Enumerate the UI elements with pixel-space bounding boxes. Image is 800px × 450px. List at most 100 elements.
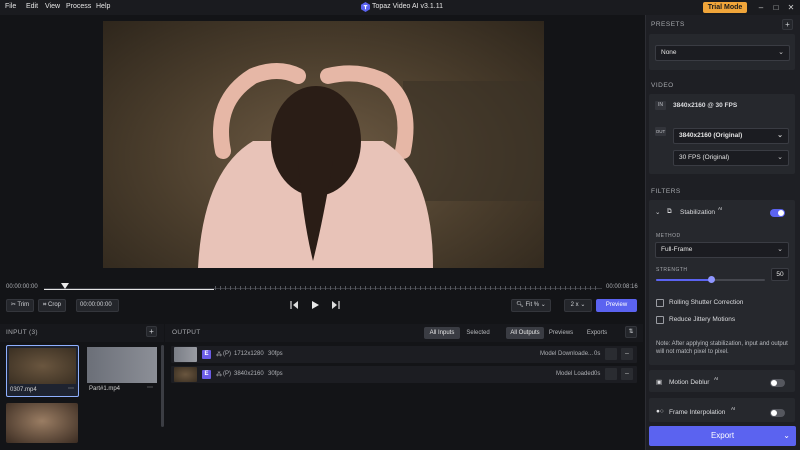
video-frame-image — [198, 63, 544, 268]
tab-exports[interactable]: Exports — [582, 327, 612, 339]
video-label: VIDEO — [651, 82, 674, 89]
menu-process[interactable]: Process — [66, 3, 91, 10]
strength-input[interactable]: 50 — [771, 268, 789, 281]
timeline-end-time: 00:00:08:16 — [606, 284, 638, 290]
tab-selected[interactable]: Selected — [462, 327, 494, 339]
method-select[interactable]: Full-Frame ⌄ — [655, 242, 789, 258]
input-resolution: 3840x2160 @ 30 FPS — [673, 102, 738, 109]
trim-button[interactable]: ✂ Trim — [6, 299, 34, 312]
close-icon[interactable]: ✕ — [784, 0, 798, 15]
interpolation-icon: ●○ — [656, 408, 664, 415]
output-time: 0s — [594, 351, 601, 357]
speed-select[interactable]: 2 x ⌄ — [564, 299, 592, 312]
enhance-badge: E — [202, 350, 211, 359]
rolling-shutter-label: Rolling Shutter Correction — [669, 299, 744, 306]
trim-label: Trim — [17, 302, 30, 308]
menu-view[interactable]: View — [45, 3, 60, 10]
stabilization-icon: ⧉ — [667, 208, 672, 215]
filters-label: FILTERS — [651, 188, 681, 195]
tab-all-inputs[interactable]: All Inputs — [424, 327, 460, 339]
maximize-icon[interactable]: □ — [769, 0, 783, 15]
zoom-icon: 🔍︎ — [516, 302, 524, 308]
stabilization-toggle[interactable] — [770, 209, 785, 217]
reduce-jitter-checkbox[interactable] — [656, 316, 664, 324]
export-label: Export — [710, 431, 735, 440]
output-progress-box — [605, 348, 617, 360]
output-resolution-select[interactable]: 3840x2160 (Original) ⌄ — [673, 128, 789, 144]
input-item-selected[interactable]: 0307.mp4 ⋯ — [6, 345, 79, 397]
out-tag: OUT — [655, 127, 666, 136]
remove-icon[interactable]: – — [621, 348, 633, 360]
tab-all-outputs[interactable]: All Outputs — [506, 327, 544, 339]
chevron-down-icon: ⌄ — [777, 246, 783, 253]
method-label: METHOD — [656, 233, 681, 239]
menu-file[interactable]: File — [5, 3, 16, 10]
zoom-select[interactable]: 🔍︎ Fit % ⌄ — [511, 299, 551, 312]
crop-button[interactable]: ⌗ Crop — [38, 299, 66, 312]
video-preview[interactable] — [103, 21, 544, 268]
add-input-button[interactable]: + — [146, 326, 157, 337]
strength-slider-handle[interactable] — [707, 276, 715, 283]
ai-tag: AI — [731, 406, 736, 411]
chevron-down-icon: ⌄ — [540, 302, 546, 308]
strength-label: STRENGTH — [656, 267, 688, 273]
timeline-start-time: 00:00:00:00 — [6, 284, 38, 290]
rolling-shutter-checkbox[interactable] — [656, 299, 664, 307]
output-fps-value: 30 FPS (Original) — [679, 154, 730, 161]
output-thumbnail — [174, 367, 197, 382]
preset-value: None — [661, 49, 677, 56]
ai-tag: AI — [718, 206, 723, 211]
minimize-icon[interactable]: – — [754, 0, 768, 15]
in-tag: IN — [655, 101, 666, 110]
share-icon: ⁂ — [216, 372, 222, 378]
strength-slider-track[interactable] — [656, 276, 765, 283]
trial-mode-button[interactable]: Trial Mode — [703, 2, 747, 13]
play-icon[interactable] — [312, 301, 319, 309]
output-fps: 30fps — [268, 351, 283, 357]
more-options-icon[interactable]: ⋯ — [147, 384, 153, 391]
chevron-down-icon: ⌄ — [777, 154, 783, 161]
tab-previews[interactable]: Previews — [545, 327, 577, 339]
preview-button[interactable]: Preview — [596, 299, 637, 312]
input-item[interactable]: Part#1.mp4 ⋯ — [87, 345, 159, 397]
chevron-down-icon[interactable]: ⌄ — [783, 426, 790, 446]
chevron-down-icon: ⌄ — [580, 302, 586, 308]
output-status: Model Loaded — [556, 371, 595, 377]
input-scrollbar[interactable] — [161, 345, 164, 427]
output-mode: (P) — [223, 351, 231, 357]
output-time: 0s — [594, 371, 601, 377]
input-item[interactable] — [6, 403, 78, 443]
output-row[interactable]: E ⁂ (P) 3840x2160 30fps Model Loaded 0s … — [171, 366, 637, 383]
preset-select[interactable]: None ⌄ — [655, 45, 790, 61]
app-title: Topaz Video AI v3.1.11 — [372, 3, 443, 10]
remove-icon[interactable]: – — [621, 368, 633, 380]
reduce-jitter-label: Reduce Jittery Motions — [669, 316, 736, 323]
chevron-down-icon[interactable]: ⌄ — [655, 208, 660, 216]
menu-edit[interactable]: Edit — [26, 3, 38, 10]
export-button[interactable]: Export ⌄ — [649, 426, 796, 446]
zoom-label: Fit % — [525, 302, 540, 308]
output-fps: 30fps — [268, 371, 283, 377]
output-fps-select[interactable]: 30 FPS (Original) ⌄ — [673, 150, 789, 166]
previous-frame-icon[interactable] — [290, 301, 299, 309]
more-options-icon[interactable]: ⋯ — [68, 385, 74, 392]
output-resolution: 3840x2160 — [234, 371, 264, 377]
sort-icon[interactable]: ⇅ — [625, 326, 637, 338]
playhead-handle[interactable] — [61, 283, 69, 289]
motion-deblur-toggle[interactable] — [770, 379, 785, 387]
thumbnail-image — [9, 348, 76, 384]
scissors-icon: ✂ — [10, 302, 16, 308]
next-frame-icon[interactable] — [331, 301, 340, 309]
time-input[interactable]: 00:00:00:00 — [76, 299, 119, 312]
deblur-icon: ▣ — [656, 379, 663, 386]
output-row[interactable]: E ⁂ (P) 1712x1280 30fps Model Downloade.… — [171, 346, 637, 363]
output-resolution: 1712x1280 — [234, 351, 264, 357]
menu-help[interactable]: Help — [96, 3, 110, 10]
frame-interpolation-toggle[interactable] — [770, 409, 785, 417]
add-preset-button[interactable]: + — [782, 19, 793, 30]
output-resolution-value: 3840x2160 (Original) — [679, 132, 743, 139]
timeline-selection[interactable] — [44, 289, 214, 290]
topaz-logo-icon — [361, 2, 370, 12]
ai-tag: AI — [714, 376, 719, 381]
enhance-badge: E — [202, 370, 211, 379]
